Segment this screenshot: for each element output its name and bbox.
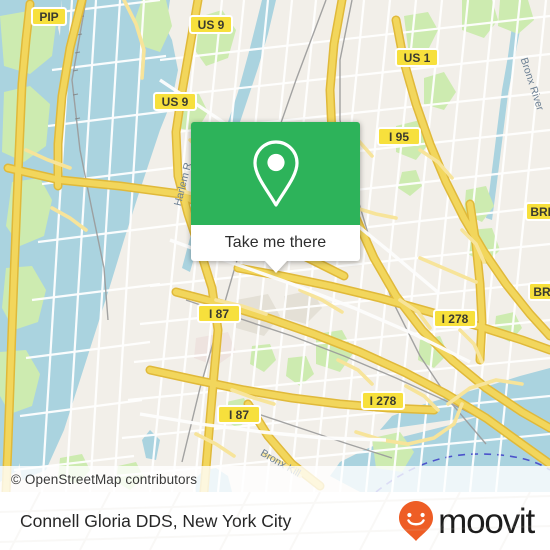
road-shield: BRP xyxy=(528,282,550,301)
road-shield-label: BRP xyxy=(530,205,550,219)
attribution-text: © OpenStreetMap contributors xyxy=(11,471,198,487)
location-popup-card[interactable]: Take me there xyxy=(191,122,360,273)
road-shield-label: US 9 xyxy=(162,95,189,109)
popup-header xyxy=(191,122,360,225)
road-shield-label: I 278 xyxy=(370,394,397,408)
road-shield: I 278 xyxy=(433,309,477,328)
road-shield-label: I 87 xyxy=(209,307,229,321)
road-shield: PIP xyxy=(31,7,67,26)
road-shield: I 87 xyxy=(217,405,261,424)
moovit-smiley-pin-icon xyxy=(399,501,434,541)
road-shield-label: US 1 xyxy=(404,51,431,65)
popup-action-button[interactable]: Take me there xyxy=(191,225,360,261)
road-shield-label: US 9 xyxy=(198,18,225,32)
road-shield: US 9 xyxy=(153,92,197,111)
road-shield: US 1 xyxy=(395,48,439,67)
map-canvas[interactable]: PIP US 9 US 1 US 9 I 95 BRP BRP I 87 I 278 I 278 I… xyxy=(0,0,550,492)
moovit-map-share-card: PIP US 9 US 1 US 9 I 95 BRP BRP I 87 I 278 I 278 I… xyxy=(0,0,550,550)
road-shield: I 278 xyxy=(361,391,405,410)
road-shield-label: I 87 xyxy=(229,408,249,422)
road-shield-label: I 278 xyxy=(442,312,469,326)
place-title: Connell Gloria DDS, New York City xyxy=(20,510,292,531)
moovit-logo[interactable]: moovit xyxy=(396,499,535,543)
road-shield: I 87 xyxy=(197,304,241,323)
road-shield-label: I 95 xyxy=(389,130,409,144)
map-pin-icon xyxy=(252,139,299,207)
popup-pointer-tail xyxy=(264,261,287,273)
road-shield-label: PIP xyxy=(39,10,58,24)
moovit-wordmark: moovit xyxy=(438,501,535,541)
popup-action-label: Take me there xyxy=(224,234,327,251)
road-shield-label: BRP xyxy=(533,285,550,299)
road-shield: BRP xyxy=(525,202,550,221)
road-shield: I 95 xyxy=(377,127,421,146)
road-shield: US 9 xyxy=(189,15,233,34)
map-attribution-bar: © OpenStreetMap contributors xyxy=(0,466,550,492)
footer-bar: Connell Gloria DDS, New York City moovit xyxy=(0,492,550,550)
